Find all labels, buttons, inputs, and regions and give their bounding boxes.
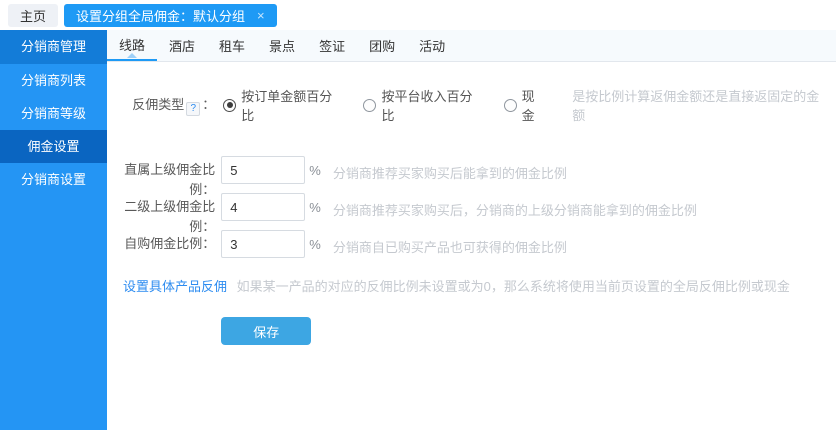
direct-superior-commission-hint: 分销商推荐买家购买后能拿到的佣金比例 — [333, 156, 567, 182]
tab-hotel[interactable]: 酒店 — [157, 30, 207, 61]
rebate-type-hint: 是按比例计算返佣金额还是直接返固定的金额 — [572, 86, 824, 124]
radio-selected-icon[interactable] — [223, 99, 236, 112]
tab-commission-settings[interactable]: 设置分组全局佣金：默认分组 × — [64, 4, 277, 27]
radio-label: 按订单金额百分比 — [241, 86, 341, 124]
product-rebate-link-row: 设置具体产品反佣 如果某一产品的对应的反佣比例未设置或为0，那么系统将使用当前页… — [123, 276, 824, 295]
set-product-rebate-link[interactable]: 设置具体产品反佣 — [123, 279, 227, 294]
sidebar: 分销商管理 分销商列表 分销商等级 佣金设置 分销商设置 — [0, 30, 107, 430]
self-purchase-commission-label: 自购佣金比例： — [123, 230, 215, 254]
self-purchase-commission-input[interactable] — [221, 230, 305, 258]
percent-unit: % — [309, 156, 321, 178]
save-button[interactable]: 保存 — [221, 317, 311, 345]
radio-label: 现金 — [522, 86, 547, 124]
percent-unit: % — [309, 193, 321, 215]
tab-home[interactable]: 主页 — [8, 4, 58, 27]
direct-superior-commission-row: 直属上级佣金比例： % 分销商推荐买家购买后能拿到的佣金比例 — [123, 156, 824, 184]
tab-activity[interactable]: 活动 — [407, 30, 457, 61]
radio-platform-income-percent[interactable]: 按平台收入百分比 — [363, 86, 481, 124]
tab-attraction[interactable]: 景点 — [257, 30, 307, 61]
product-rebate-hint: 如果某一产品的对应的反佣比例未设置或为0，那么系统将使用当前页设置的全局反佣比例… — [237, 279, 790, 294]
radio-order-amount-percent[interactable]: 按订单金额百分比 — [223, 86, 341, 124]
commission-form: 反佣类型?： 按订单金额百分比 按平台收入百分比 现金 是按比例计算返佣金额还是… — [107, 62, 836, 430]
label-colon: ： — [202, 97, 215, 112]
top-tab-bar: 主页 设置分组全局佣金：默认分组 × — [0, 0, 836, 30]
sidebar-item-distributor-list[interactable]: 分销商列表 — [0, 64, 107, 97]
tab-car-rental[interactable]: 租车 — [207, 30, 257, 61]
radio-unselected-icon[interactable] — [504, 99, 517, 112]
tab-title: 设置分组全局佣金：默认分组 — [76, 6, 245, 25]
direct-superior-commission-input[interactable] — [221, 156, 305, 184]
tab-route[interactable]: 线路 — [107, 30, 157, 61]
sidebar-header-distributor-management[interactable]: 分销商管理 — [0, 30, 107, 64]
self-purchase-commission-hint: 分销商自已购买产品也可获得的佣金比例 — [333, 230, 567, 256]
radio-label: 按平台收入百分比 — [381, 86, 481, 124]
tab-label: 线路 — [119, 35, 145, 54]
active-tab-caret-icon — [127, 53, 137, 58]
sidebar-item-distributor-level[interactable]: 分销商等级 — [0, 97, 107, 130]
tab-visa[interactable]: 签证 — [307, 30, 357, 61]
second-level-commission-row: 二级上级佣金比例： % 分销商推荐买家购买后，分销商的上级分销商能拿到的佣金比例 — [123, 193, 824, 221]
rebate-type-label-text: 反佣类型 — [132, 97, 184, 112]
sidebar-item-distributor-settings[interactable]: 分销商设置 — [0, 163, 107, 196]
radio-cash[interactable]: 现金 — [504, 86, 547, 124]
category-tabs: 线路 酒店 租车 景点 签证 团购 活动 — [107, 30, 836, 62]
sidebar-item-commission-settings[interactable]: 佣金设置 — [0, 130, 107, 163]
help-icon[interactable]: ? — [186, 102, 200, 116]
rebate-type-row: 反佣类型?： 按订单金额百分比 按平台收入百分比 现金 是按比例计算返佣金额还是… — [123, 86, 824, 124]
second-level-commission-input[interactable] — [221, 193, 305, 221]
close-icon[interactable]: × — [257, 9, 265, 22]
second-level-commission-hint: 分销商推荐买家购买后，分销商的上级分销商能拿到的佣金比例 — [333, 193, 697, 219]
tab-group-buy[interactable]: 团购 — [357, 30, 407, 61]
main-panel: 线路 酒店 租车 景点 签证 团购 活动 反佣类型?： 按订单金额百分比 — [107, 30, 836, 430]
radio-unselected-icon[interactable] — [363, 99, 376, 112]
self-purchase-commission-row: 自购佣金比例： % 分销商自已购买产品也可获得的佣金比例 — [123, 230, 824, 258]
rebate-type-label: 反佣类型?： — [123, 95, 215, 116]
percent-unit: % — [309, 230, 321, 252]
